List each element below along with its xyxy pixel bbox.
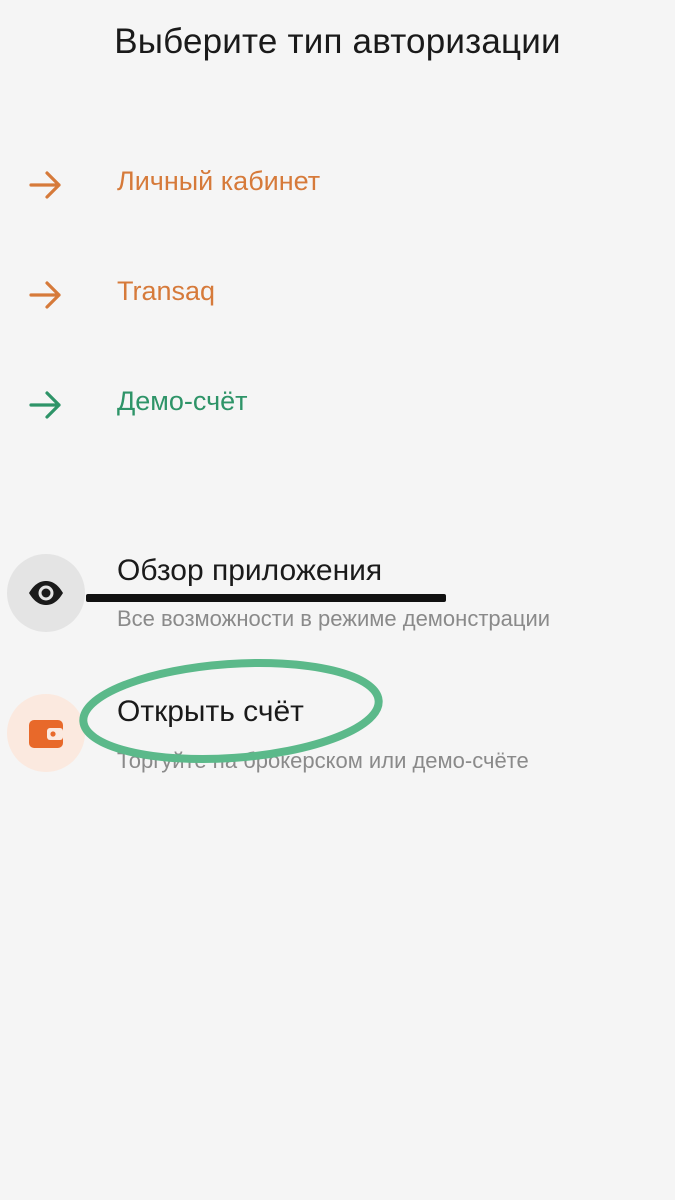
arrow-right-icon (29, 171, 61, 199)
auth-option-label: Transaq (117, 276, 216, 306)
eye-icon-circle (7, 554, 85, 632)
auth-option-demo-account[interactable]: Демо-счёт (0, 370, 675, 440)
wallet-icon (29, 720, 63, 748)
auth-option-personal-cabinet[interactable]: Личный кабинет (0, 150, 675, 220)
auth-option-label: Демо-счёт (117, 386, 248, 416)
page-title: Выберите тип авторизации (114, 22, 561, 61)
eye-icon (29, 581, 63, 605)
arrow-right-icon (29, 281, 61, 309)
app-overview-subtitle: Все возможности в режиме демонстрации (117, 606, 551, 631)
ellipse-annotation (79, 658, 383, 764)
wallet-icon-circle (7, 694, 85, 772)
app-overview-title: Обзор приложения (117, 554, 383, 587)
underline-annotation (86, 594, 446, 602)
auth-option-transaq[interactable]: Transaq (0, 260, 675, 330)
arrow-right-icon (29, 391, 61, 419)
auth-option-label: Личный кабинет (117, 166, 321, 196)
